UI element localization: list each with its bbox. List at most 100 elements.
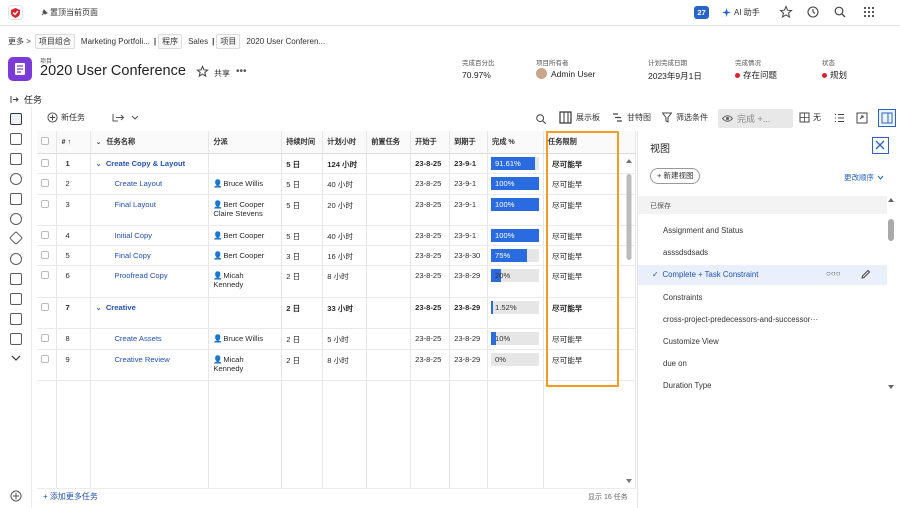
assignee-name[interactable]: Kennedy [213,364,243,373]
row-checkbox[interactable] [41,178,49,187]
predecessor-cell[interactable] [366,194,412,226]
due-cell[interactable]: 23-8-30 [449,245,489,266]
start-cell[interactable]: 23-8-25 [410,153,451,174]
saved-view-item[interactable]: ✓ Complete + Task Constraint [652,270,852,279]
predecessor-cell[interactable] [366,245,412,266]
issues-nav-icon[interactable] [10,193,22,205]
assign-cell[interactable]: 👤Micah Kennedy [208,349,283,381]
assign-cell[interactable]: 👤Micah Kennedy [208,265,283,298]
row-select-cell[interactable] [37,225,58,246]
start-cell[interactable]: 23-8-25 [410,245,451,266]
task-name[interactable]: Create Assets [114,334,161,343]
due-cell[interactable]: 23-9-1 [449,153,489,174]
assignee-name[interactable]: Kennedy [213,280,243,289]
column-header-percent[interactable]: 完成 % [487,131,545,154]
predecessor-cell[interactable] [366,265,412,298]
share-button[interactable]: 共享 [214,68,230,79]
row-checkbox[interactable] [41,270,49,279]
view-more-options-icon[interactable]: ○○○ [826,269,841,278]
hours-cell[interactable]: 40 小时 [322,173,368,195]
hours-cell[interactable]: 40 小时 [322,225,368,246]
new-view-button[interactable]: + 新建视图 [650,168,701,184]
column-header-assign[interactable]: 分派 [208,131,283,154]
task-name-cell[interactable]: Final Layout [90,194,210,226]
assign-cell[interactable]: 👤Bruce Willis [208,328,283,350]
favorite-project-icon[interactable] [196,65,209,78]
assignee-name[interactable]: Bruce Willis [223,334,263,343]
duration-cell[interactable]: 5 日 [281,225,324,246]
duration-cell[interactable]: 5 日 [281,194,324,226]
risks-nav-icon[interactable] [8,230,24,246]
more-options-button[interactable]: ••• [236,66,247,77]
row-select-cell[interactable] [37,349,58,381]
duration-cell[interactable]: 2 日 [281,297,324,329]
updates-nav-icon[interactable] [10,173,22,185]
chevron-down-icon[interactable]: ⌄ [95,159,101,168]
mail-nav-icon[interactable] [10,333,22,345]
saved-view-item[interactable]: Constraints [663,293,863,302]
column-header-number[interactable]: # ↑ [56,131,92,154]
assign-cell[interactable]: 👤Bert Cooper Claire Stevens [208,194,283,226]
start-cell[interactable]: 23-8-25 [410,173,451,195]
row-checkbox[interactable] [41,250,49,259]
task-name[interactable]: Creative [106,303,136,312]
task-name[interactable]: Proofread Copy [114,271,167,280]
assign-cell[interactable]: 👤Bert Cooper [208,245,283,266]
group-by-button[interactable]: 无 [799,112,821,123]
percent-cell[interactable]: 100% [487,225,545,246]
task-name-cell[interactable]: Creative Review [90,349,210,381]
task-name-cell[interactable]: ⌄ Create Copy & Layout [90,153,210,174]
predecessor-cell[interactable] [366,153,412,174]
hours-cell[interactable]: 124 小时 [322,153,368,174]
due-cell[interactable]: 23-8-29 [449,349,489,381]
condition-field[interactable]: 存在问题 [735,69,777,81]
assignee-name[interactable]: Claire Stevens [213,209,262,218]
task-name[interactable]: Initial Copy [114,231,152,240]
predecessor-cell[interactable] [366,225,412,246]
close-panel-button[interactable] [872,137,889,154]
add-more-tasks-link[interactable]: + 添加更多任务 [43,491,98,502]
app-grid-icon[interactable] [862,5,878,21]
percent-cell[interactable]: 0% [487,349,545,381]
column-header-due[interactable]: 到期于 [449,131,489,154]
export-icon[interactable] [856,112,868,124]
row-select-cell[interactable] [37,173,58,195]
board-view-button[interactable]: 展示板 [559,111,600,124]
percent-cell[interactable]: 20% [487,265,545,298]
select-all-checkbox[interactable] [41,136,49,145]
hours-cell[interactable]: 5 小时 [322,328,368,350]
row-checkbox[interactable] [41,230,49,239]
saved-view-item[interactable]: Assignment and Status [663,226,863,235]
task-name[interactable]: Create Copy & Layout [106,159,185,168]
assignee-name[interactable]: Bruce Willis [223,179,263,188]
chevron-down-icon[interactable] [11,354,21,362]
duration-cell[interactable]: 5 日 [281,153,324,174]
assignee-name[interactable]: Bert Cooper [223,231,264,240]
assignee-name[interactable]: Micah [223,355,243,364]
change-order-button[interactable]: 更改顺序 [844,172,884,183]
percent-cell[interactable]: 100% [487,173,545,195]
breadcrumb-portfolio-link[interactable]: Marketing Portfoli... [81,37,150,46]
approvals-nav-icon[interactable] [10,253,22,265]
hours-cell[interactable]: 16 小时 [322,245,368,266]
task-name[interactable]: Final Layout [114,200,155,209]
start-cell[interactable]: 23-8-25 [410,328,451,350]
hours-cell[interactable]: 8 小时 [322,349,368,381]
percent-cell[interactable]: 91.61% [487,153,545,174]
row-select-cell[interactable] [37,328,58,350]
scroll-up-icon[interactable] [887,197,895,203]
grid-scrollbar[interactable] [624,157,634,485]
comments-nav-icon[interactable] [10,213,22,225]
column-header-start[interactable]: 开始于 [410,131,451,154]
row-select-cell[interactable] [37,297,58,329]
collapse-panel-icon[interactable] [10,95,19,104]
column-header-hours[interactable]: 计划小时 [322,131,368,154]
reports-nav-icon[interactable] [10,313,22,325]
start-cell[interactable]: 23-8-25 [410,297,451,329]
percent-cell[interactable]: 100% [487,194,545,226]
saved-view-item[interactable]: cross-project-predecessors-and-successor… [663,315,863,324]
duration-cell[interactable]: 2 日 [281,349,324,381]
task-name[interactable]: Creative Review [114,355,169,364]
panel-scrollbar-thumb[interactable] [888,219,894,241]
assignee-name[interactable]: Bert Cooper [223,251,264,260]
